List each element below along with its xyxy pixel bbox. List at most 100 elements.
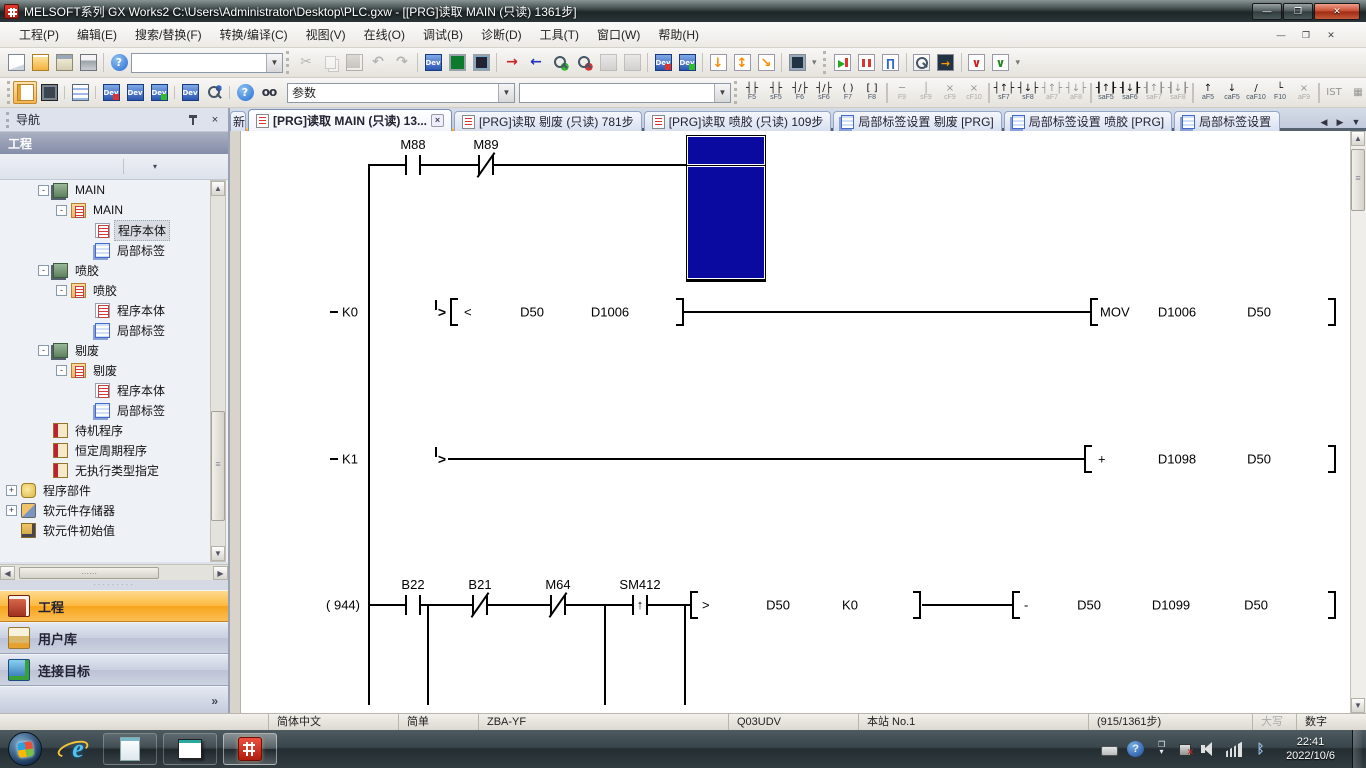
document-tab[interactable]: [PRG]读取 喷胶 (只读) 109步 — [644, 111, 832, 131]
taskbar-notepad[interactable] — [103, 733, 157, 765]
refresh-button[interactable] — [97, 157, 117, 177]
modify-value-button[interactable] — [934, 51, 958, 74]
new-data-button[interactable] — [5, 157, 25, 177]
tree-item[interactable]: - 剔废 — [0, 360, 228, 380]
device-label[interactable]: D50 — [1245, 452, 1273, 467]
ladder-symbol-button[interactable]: ┨↓┠ saF6 — [1118, 80, 1142, 106]
document-tab[interactable]: [PRG]读取 MAIN (只读) 13... × — [248, 109, 452, 131]
pulse-monitor-button[interactable] — [879, 51, 903, 74]
compare-op[interactable]: < — [464, 305, 472, 320]
menu-item[interactable]: 调试(B) — [414, 22, 472, 47]
ladder-symbol-button[interactable]: ▦ — [1346, 80, 1366, 106]
copy-data-button[interactable] — [28, 157, 48, 177]
tree-expander[interactable]: - — [38, 265, 49, 276]
tray-icon[interactable] — [1252, 741, 1269, 757]
nav-close-icon[interactable]: × — [208, 114, 222, 126]
tree-item[interactable]: - 喷胶 — [0, 280, 228, 300]
start-monitoring-button[interactable] — [831, 51, 855, 74]
menu-item[interactable]: 编辑(E) — [68, 22, 126, 47]
tree-item[interactable]: - 喷胶 — [0, 260, 228, 280]
document-tab[interactable]: [PRG]读取 剔废 (只读) 781步 — [454, 111, 642, 131]
mdi-close-button[interactable]: ✕ — [1320, 27, 1342, 43]
ladder-symbol-button[interactable]: │ sF9 — [914, 80, 938, 106]
tree-item[interactable]: - MAIN — [0, 200, 228, 220]
ladder-editor-canvas[interactable]: M88 M89 K0 > < D50 D1006 MOV D1006 D50 — [230, 131, 1350, 713]
device-monitor-button[interactable] — [469, 51, 493, 74]
document-tab[interactable]: 局部标签设置 — [1174, 111, 1280, 131]
ladder-symbol-button[interactable] — [886, 83, 888, 103]
toolbar-overflow-icon[interactable]: ▾ — [809, 57, 820, 68]
panel-button[interactable]: 连接目标 — [0, 654, 228, 686]
taskbar-gx-works2[interactable] — [223, 733, 277, 765]
panel-button[interactable]: 工程 — [0, 590, 228, 622]
menu-item[interactable]: 转换/编译(C) — [211, 22, 297, 47]
tree-item[interactable]: 程序本体 — [0, 300, 228, 320]
menu-item[interactable]: 窗口(W) — [588, 22, 649, 47]
tree-item[interactable]: 恒定周期程序 — [0, 440, 228, 460]
tab-list-icon[interactable]: ▼ — [1349, 117, 1363, 128]
tree-item[interactable]: 程序本体 — [0, 380, 228, 400]
tree-expander[interactable]: - — [56, 365, 67, 376]
ladder-symbol-button[interactable]: ┤↓├ sF8 — [1016, 80, 1040, 106]
tree-item[interactable]: 无执行类型指定 — [0, 460, 228, 480]
ladder-symbol-button[interactable]: ┨↓┠ saF8 — [1166, 80, 1190, 106]
ladder-symbol-button[interactable]: × aF9 — [1292, 80, 1316, 106]
remote-operation-button[interactable] — [572, 51, 596, 74]
device-label[interactable]: D50 — [1245, 305, 1273, 320]
tray-icon[interactable] — [1179, 744, 1191, 756]
print-button[interactable] — [76, 51, 100, 74]
menu-item[interactable]: 诊断(D) — [472, 22, 531, 47]
device-find-button[interactable] — [202, 81, 226, 104]
ladder-symbol-button[interactable]: IST — [1322, 80, 1346, 106]
tree-item[interactable]: 局部标签 — [0, 240, 228, 260]
menu-item[interactable]: 工程(P) — [10, 22, 68, 47]
device-label[interactable]: D50 — [764, 598, 792, 613]
tray-icon[interactable] — [1101, 746, 1118, 756]
start-button[interactable] — [8, 732, 42, 766]
device-label[interactable]: D50 — [1075, 598, 1103, 613]
copy-button[interactable] — [318, 51, 342, 74]
taskbar-explorer-window[interactable] — [163, 733, 217, 765]
tree-item[interactable]: + 软元件存储器 — [0, 500, 228, 520]
menu-item[interactable]: 帮助(H) — [649, 22, 708, 47]
tree-item[interactable]: - MAIN — [0, 180, 228, 200]
cross-reference-button[interactable] — [257, 81, 281, 104]
ladder-symbol-button[interactable] — [1318, 83, 1320, 103]
panel-splitter[interactable]: ········· — [0, 580, 228, 590]
minimize-button[interactable]: — — [1252, 3, 1282, 20]
ladder-symbol-button[interactable]: × cF10 — [962, 80, 986, 106]
read-from-plc-button[interactable] — [500, 51, 524, 74]
tray-icon[interactable] — [1226, 741, 1243, 757]
show-desktop-button[interactable] — [1352, 730, 1362, 768]
offline-2-button[interactable] — [620, 51, 644, 74]
contact-nc[interactable] — [468, 593, 492, 617]
tree-item[interactable]: 局部标签 — [0, 400, 228, 420]
tree-horizontal-scrollbar[interactable]: ◀ ⋯⋯ ▶ — [0, 564, 228, 580]
tree-item[interactable]: 程序本体 — [0, 220, 228, 240]
trend-green-button[interactable] — [989, 51, 1013, 74]
device-label[interactable]: D1099 — [1150, 598, 1192, 613]
tab-scroll-right-icon[interactable]: ▶ — [1333, 117, 1347, 128]
tab-close-icon[interactable]: × — [431, 114, 444, 127]
convert-check-button[interactable] — [754, 51, 778, 74]
paste-button[interactable] — [342, 51, 366, 74]
tree-expander[interactable]: - — [38, 345, 49, 356]
convert-button[interactable] — [706, 51, 730, 74]
property-button[interactable] — [74, 157, 94, 177]
network-monitor-button[interactable] — [785, 51, 809, 74]
device-comment-search-button[interactable] — [421, 51, 445, 74]
toolbar-overflow-icon[interactable]: ▾ — [1013, 57, 1024, 68]
tree-vertical-scrollbar[interactable]: ▲ ▼ — [210, 180, 226, 562]
ladder-symbol-button[interactable] — [1192, 83, 1194, 103]
maximize-button[interactable]: ❐ — [1283, 3, 1313, 20]
instruction-op[interactable]: - — [1024, 598, 1028, 613]
taskbar-internet-explorer[interactable]: e — [56, 732, 100, 766]
ladder-symbol-button[interactable]: ┤/├ F6 — [788, 80, 812, 106]
pin-icon[interactable] — [188, 114, 200, 126]
paste-data-button[interactable] — [51, 157, 71, 177]
offline-1-button[interactable] — [596, 51, 620, 74]
save-project-button[interactable] — [52, 51, 76, 74]
ladder-symbol-button[interactable]: ─ F9 — [890, 80, 914, 106]
device-label[interactable]: D50 — [518, 305, 546, 320]
device-combobox[interactable]: ▼ — [519, 83, 731, 103]
